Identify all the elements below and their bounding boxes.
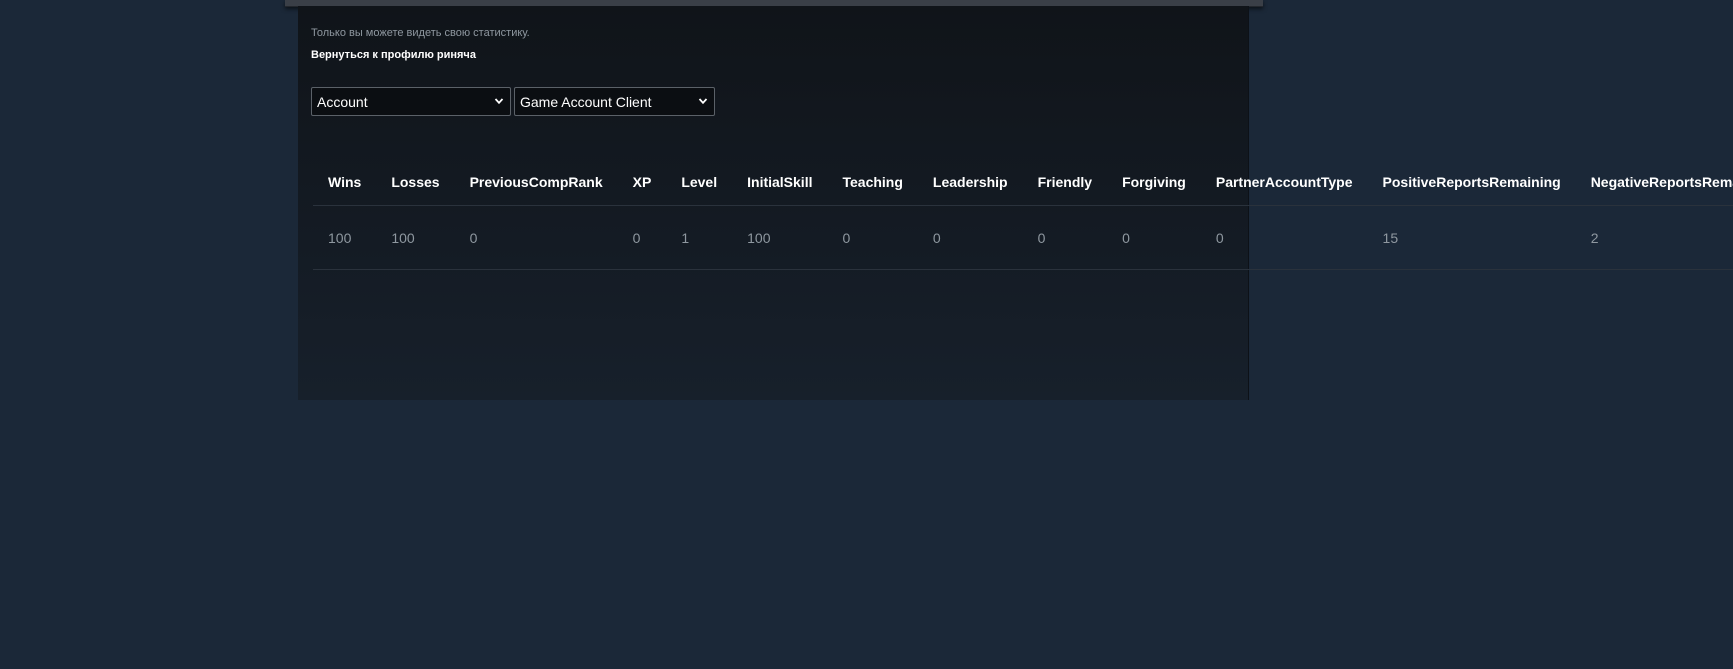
table-cell: 100 [313, 205, 377, 270]
column-header: InitialSkill [732, 158, 828, 206]
table-cell: 0 [454, 205, 618, 270]
stats-table: Wins Losses PreviousCompRank XP Level Initial… [313, 158, 1733, 270]
column-header: PartnerAccountType [1200, 158, 1368, 206]
column-header: PreviousCompRank [454, 158, 618, 206]
table-row: 100 100 0 0 1 100 0 0 0 0 0 15 2 [313, 205, 1733, 270]
column-header: Teaching [827, 158, 918, 206]
column-header: Friendly [1022, 158, 1108, 206]
table-header-row: Wins Losses PreviousCompRank XP Level Initial… [313, 158, 1733, 206]
column-header: Losses [376, 158, 455, 206]
privacy-note: Только вы можете видеть свою статистику. [311, 27, 530, 39]
back-to-profile-link[interactable]: Вернуться к профилю риняча [311, 49, 476, 61]
table-cell: 1 [666, 205, 733, 270]
column-header: Forgiving [1107, 158, 1201, 206]
table-cell: 15 [1367, 205, 1576, 270]
source-select[interactable]: Game Account Client [514, 87, 715, 116]
table-cell: 0 [617, 205, 667, 270]
column-header: XP [617, 158, 667, 206]
column-header: NegativeReportsRemaining [1575, 158, 1733, 206]
category-select-value: Account [317, 93, 368, 110]
table-cell: 0 [1107, 205, 1201, 270]
column-header: Wins [313, 158, 377, 206]
column-header: PositiveReportsRemaining [1367, 158, 1576, 206]
column-header: Leadership [917, 158, 1023, 206]
table-cell: 0 [827, 205, 918, 270]
table-cell: 0 [917, 205, 1023, 270]
column-header: Level [666, 158, 733, 206]
category-select[interactable]: Account [311, 87, 511, 116]
chevron-down-icon [698, 98, 708, 105]
chevron-down-icon [494, 98, 504, 105]
table-cell: 2 [1575, 205, 1733, 270]
table-cell: 0 [1200, 205, 1368, 270]
table-cell: 100 [732, 205, 828, 270]
table-body: 100 100 0 0 1 100 0 0 0 0 0 15 2 [313, 205, 1733, 270]
table-cell: 100 [376, 205, 455, 270]
source-select-value: Game Account Client [520, 93, 652, 110]
table-cell: 0 [1022, 205, 1108, 270]
